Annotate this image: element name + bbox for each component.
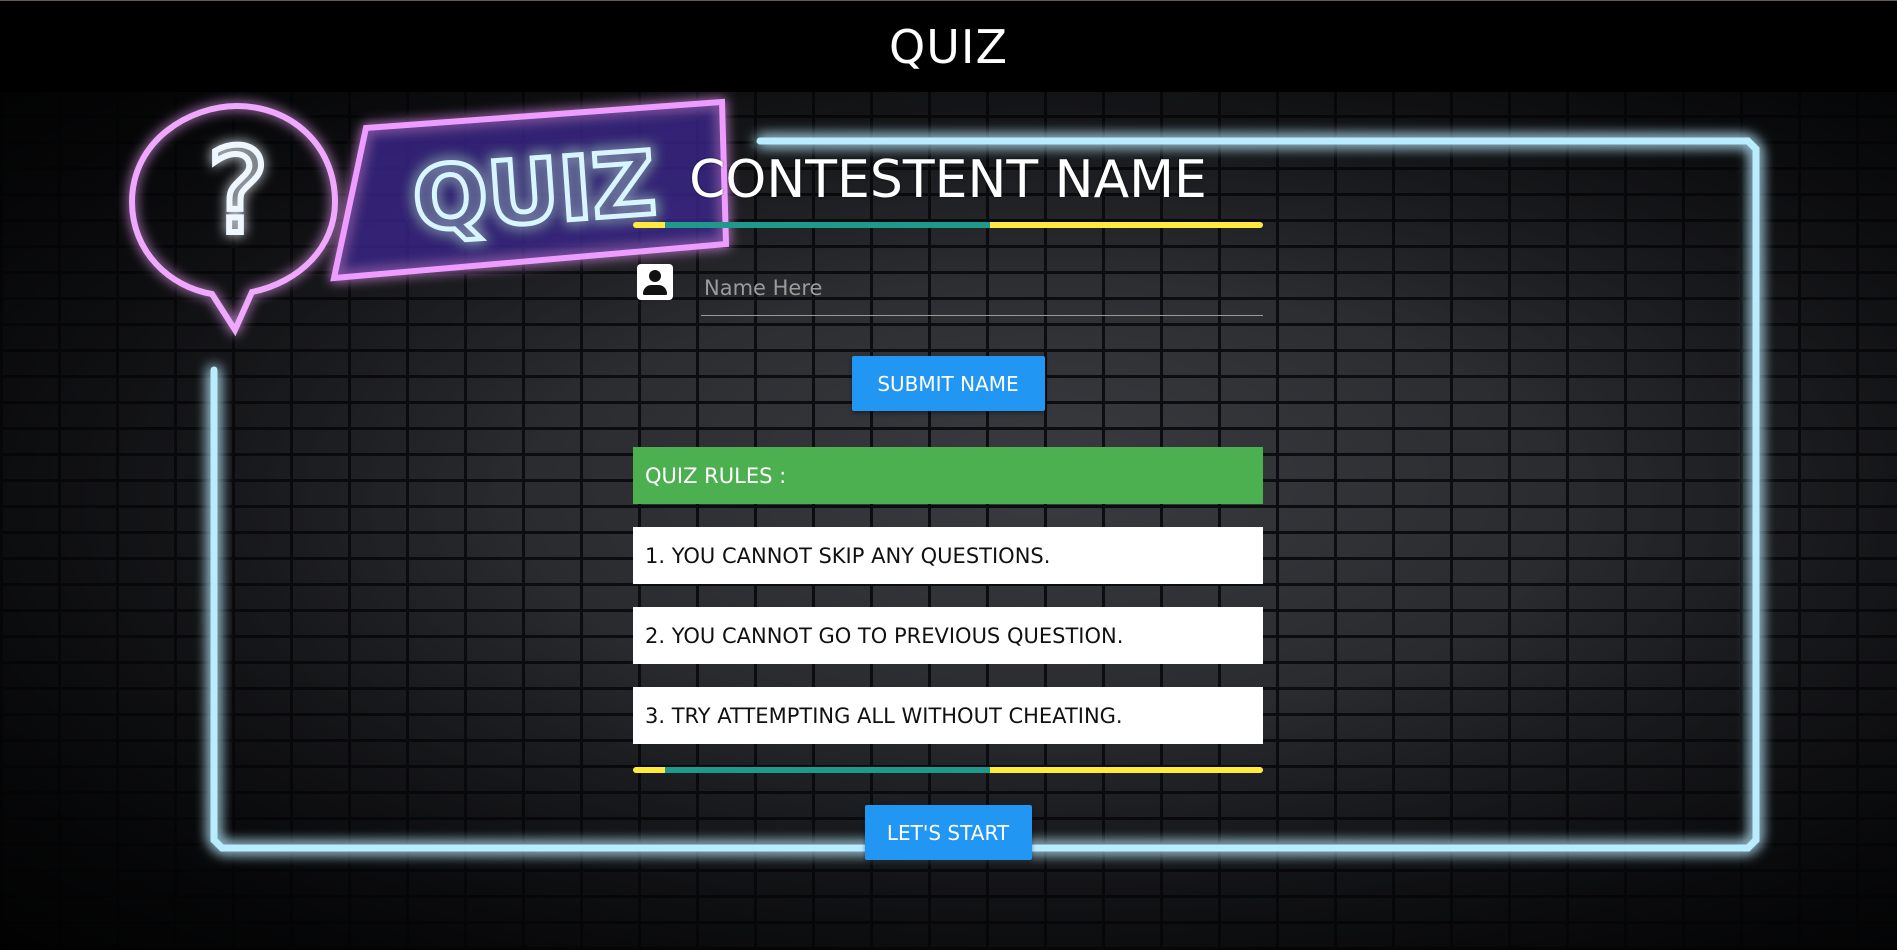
submit-name-button[interactable]: SUBMIT NAME	[851, 356, 1045, 411]
name-input-row	[633, 260, 1263, 318]
stripe-divider-bottom	[633, 767, 1263, 773]
lets-start-button[interactable]: LET'S START	[864, 805, 1032, 860]
neon-question-bubble: ?	[128, 102, 339, 337]
name-input[interactable]	[701, 260, 1263, 316]
stripe-divider-top	[633, 222, 1263, 228]
rule-item: 3. TRY ATTEMPTING ALL WITHOUT CHEATING.	[633, 687, 1263, 744]
quiz-rules-header: QUIZ RULES :	[633, 447, 1263, 504]
quiz-start-panel: CONTESTENT NAME SUBMIT NAME QUIZ RULES :…	[633, 140, 1263, 860]
start-button-wrap: LET'S START	[633, 805, 1263, 860]
user-icon	[637, 264, 673, 300]
page-title: QUIZ	[889, 19, 1008, 74]
contestant-name-title: CONTESTENT NAME	[689, 150, 1207, 210]
question-mark-icon: ?	[207, 122, 270, 260]
rule-item: 2. YOU CANNOT GO TO PREVIOUS QUESTION.	[633, 607, 1263, 664]
neon-quiz-logo: QUIZ	[410, 132, 659, 252]
rule-item: 1. YOU CANNOT SKIP ANY QUESTIONS.	[633, 527, 1263, 584]
top-header-bar: QUIZ	[0, 0, 1897, 92]
